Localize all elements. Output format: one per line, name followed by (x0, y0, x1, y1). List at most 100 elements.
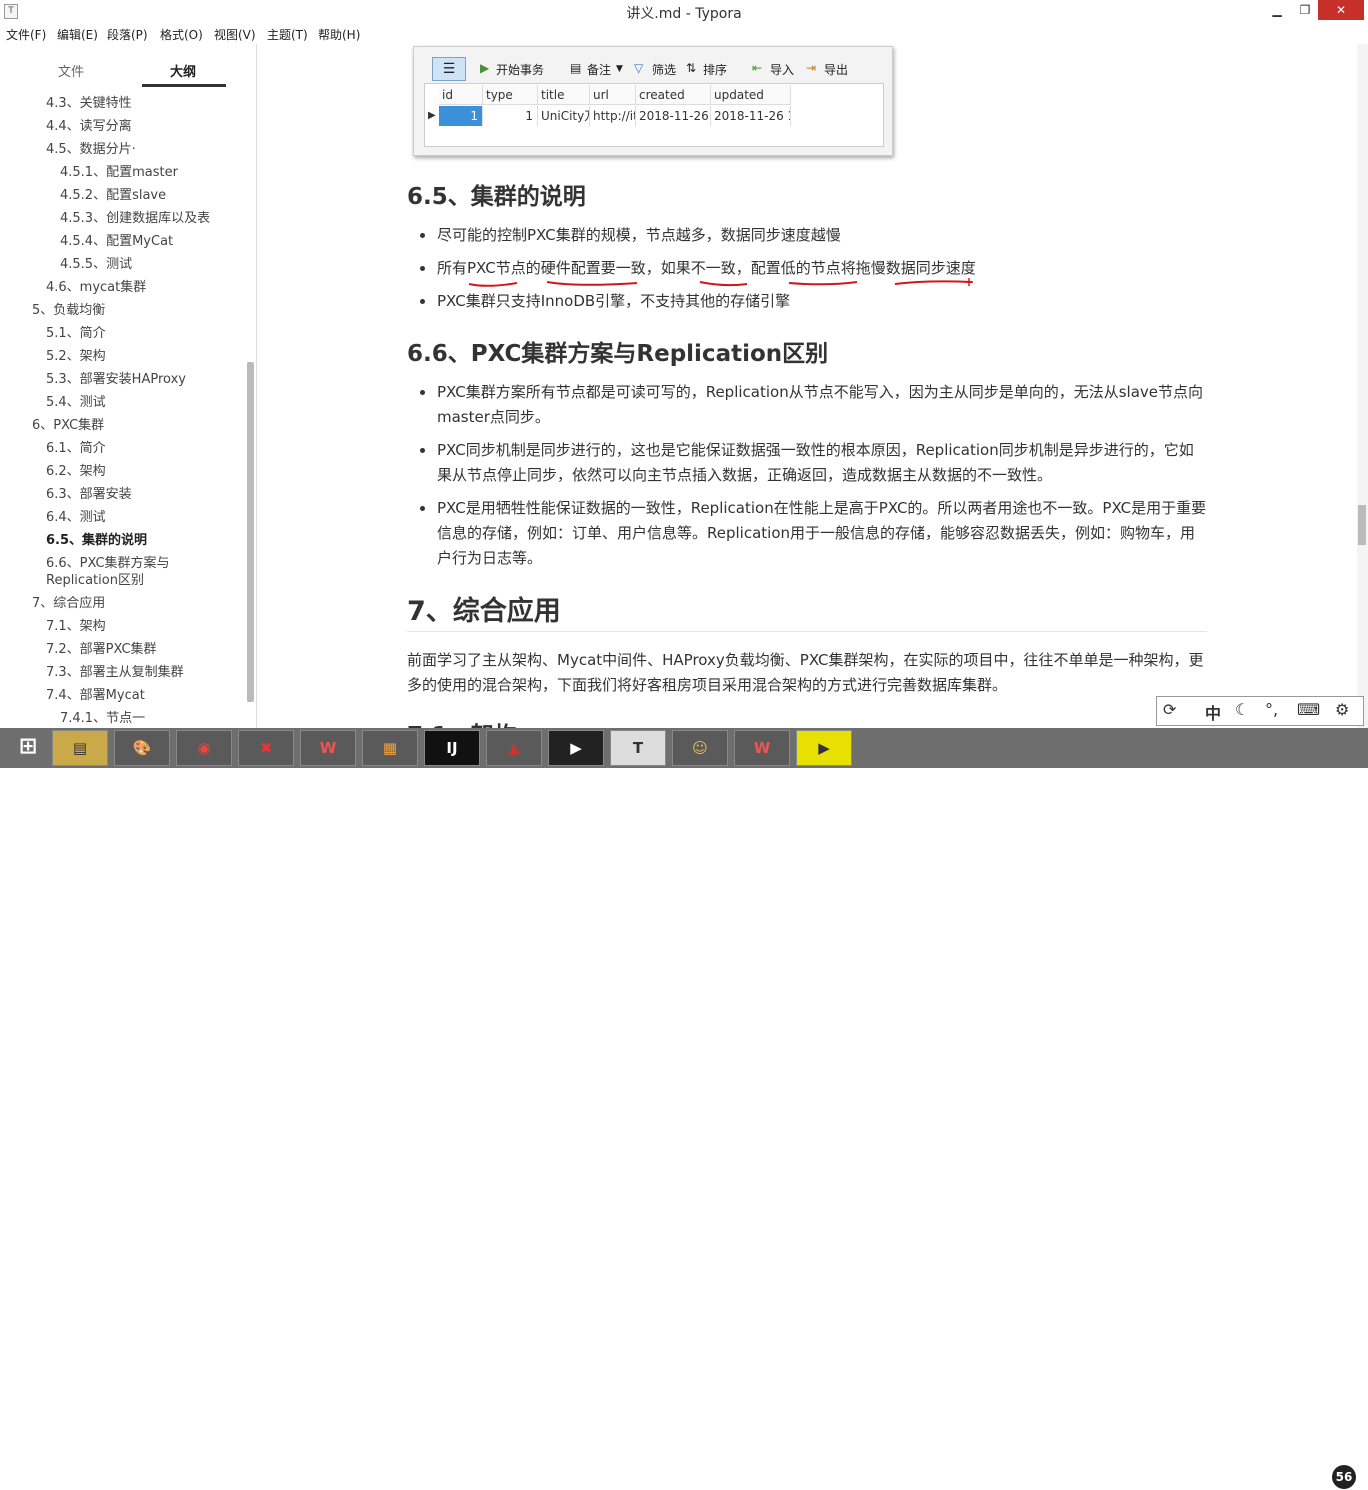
heading-6-5: 6.5、集群的说明 (407, 184, 586, 210)
outline-item[interactable]: 7.3、部署主从复制集群 (46, 661, 184, 680)
outline-item[interactable]: 6、PXC集群 (32, 414, 104, 433)
outline-item[interactable]: 4.4、读写分离 (46, 115, 132, 134)
outline-item[interactable]: 4.5.1、配置master (60, 161, 178, 180)
note-icon: ▤ (570, 61, 582, 75)
outline-item[interactable]: 4.5.2、配置slave (60, 184, 166, 203)
outline-item[interactable]: 6.4、测试 (46, 506, 106, 525)
outline-item[interactable]: 6.2、架构 (46, 460, 106, 479)
export-label: 导出 (824, 63, 849, 77)
outline-item[interactable]: 4.5、数据分片· (46, 138, 136, 157)
sidebar: 文件 大纲 4.3、关键特性 4.4、读写分离 4.5、数据分片· 4.5.1、… (0, 44, 257, 728)
outline-item-active[interactable]: 6.5、集群的说明 (46, 529, 147, 548)
ime-settings-icon[interactable]: ⚙ (1335, 700, 1349, 719)
sort-label: 排序 (703, 63, 728, 77)
outline-item[interactable]: 4.5.3、创建数据库以及表 (60, 207, 210, 226)
cell-created: 2018-11-26 (636, 106, 711, 126)
editor-scrollbar-thumb[interactable] (1358, 505, 1366, 545)
menu-format[interactable]: 格式(O) (160, 26, 203, 43)
outline-item[interactable]: 7.4、部署Mycat (46, 684, 145, 703)
menu-edit[interactable]: 编辑(E) (57, 26, 98, 43)
heading-6-6: 6.6、PXC集群方案与Replication区别 (407, 341, 829, 367)
outline-item[interactable]: 5.1、简介 (46, 322, 106, 341)
bullet-item: PXC是用牺牲性能保证数据的一致性，Replication在性能上是高于PXC的… (420, 496, 1207, 571)
outline-item[interactable]: 4.5.4、配置MyCat (60, 230, 173, 249)
col-header-url: url (590, 85, 636, 105)
editor-content[interactable]: ☰ ▶ 开始事务 ▤ 备注 ▼ ▽ 筛选 ⇅ 排序 ⇤ 导入 ⇥ 导出 id t… (257, 44, 1357, 728)
paint-icon[interactable]: 🎨 (114, 730, 170, 766)
menu-icon: ☰ (432, 57, 466, 81)
heading-7: 7、综合应用 (407, 596, 561, 627)
player-icon[interactable]: ▶ (796, 730, 852, 766)
bullet-item: PXC集群方案所有节点都是可读可写的，Replication从节点不能写入，因为… (420, 380, 1207, 430)
maximize-button[interactable]: ❐ (1290, 0, 1320, 20)
outline-item[interactable]: 7.1、架构 (46, 615, 106, 634)
outline-item[interactable]: 4.6、mycat集群 (46, 276, 146, 295)
outline-item[interactable]: 5.3、部署安装HAProxy (46, 368, 186, 387)
ime-halfwidth-icon[interactable]: ☾ (1235, 700, 1249, 719)
start-windows-icon[interactable]: ⊞ (0, 730, 56, 766)
window-title: 讲义.md - Typora (626, 6, 742, 22)
menu-paragraph[interactable]: 段落(P) (107, 26, 148, 43)
app-icon[interactable]: ☺ (672, 730, 728, 766)
ime-punctuation-icon[interactable]: °, (1265, 700, 1278, 719)
outline-item[interactable]: 4.3、关键特性 (46, 92, 132, 111)
outline-item[interactable]: 7.2、部署PXC集群 (46, 638, 157, 657)
close-button[interactable]: ✕ (1318, 0, 1364, 20)
outline-item[interactable]: 5.4、测试 (46, 391, 106, 410)
filter-icon: ▽ (634, 61, 644, 75)
menu-file[interactable]: 文件(F) (6, 26, 46, 43)
menu-theme[interactable]: 主题(T) (267, 26, 308, 43)
outline-item[interactable]: 4.5.5、测试 (60, 253, 132, 272)
bullet-item: PXC集群只支持InnoDB引擎，不支持其他的存储引擎 (420, 289, 1197, 314)
outline-item[interactable]: 7、综合应用 (32, 592, 105, 611)
database-screenshot-image: ☰ ▶ 开始事务 ▤ 备注 ▼ ▽ 筛选 ⇅ 排序 ⇤ 导入 ⇥ 导出 id t… (413, 46, 893, 156)
note-label: 备注 (587, 63, 612, 77)
chrome-icon[interactable]: ◉ (176, 730, 232, 766)
chevron-down-icon: ▼ (616, 64, 623, 74)
menu-view[interactable]: 视图(V) (214, 26, 256, 43)
clock-badge[interactable]: 56 (1332, 1465, 1356, 1489)
outline-item-cont[interactable]: Replication区别 (46, 569, 144, 588)
outline-item[interactable]: 6.3、部署安装 (46, 483, 132, 502)
db-toolbar: ☰ ▶ 开始事务 ▤ 备注 ▼ ▽ 筛选 ⇅ 排序 ⇤ 导入 ⇥ 导出 (414, 55, 892, 83)
installer-icon[interactable]: ▲ (486, 730, 542, 766)
ime-logo-icon[interactable]: ⟳ (1163, 700, 1176, 719)
row-pointer-icon: ▶ (428, 110, 436, 121)
wps-icon[interactable]: W (734, 730, 790, 766)
cell-title: UniCity万 (538, 106, 590, 126)
col-header-title: title (538, 85, 590, 105)
sort-icon: ⇅ (686, 61, 697, 75)
system-tray[interactable]: ▲ 🖧 中 (1262, 1469, 1304, 1490)
col-header-updated: updated (711, 85, 791, 105)
tab-files[interactable]: 文件 (58, 61, 84, 80)
sidebar-scrollbar[interactable] (247, 362, 254, 702)
outline-item[interactable]: 5、负载均衡 (32, 299, 105, 318)
minimize-button[interactable]: ▁ (1262, 0, 1292, 20)
title-bar: T 讲义.md - Typora ▁ ❐ ✕ (0, 0, 1368, 22)
menu-bar: 文件(F) 编辑(E) 段落(P) 格式(O) 视图(V) 主题(T) 帮助(H… (0, 22, 1368, 44)
outline-item[interactable]: 7.4.1、节点一 (60, 707, 145, 726)
import-icon: ⇤ (752, 61, 763, 75)
intellij-icon[interactable]: IJ (424, 730, 480, 766)
cell-url: http://it (590, 106, 636, 126)
menu-help[interactable]: 帮助(H) (318, 26, 360, 43)
wps-icon[interactable]: W (300, 730, 356, 766)
col-header-id: id (439, 85, 483, 105)
active-tab-indicator (142, 84, 226, 87)
editor-scrollbar[interactable] (1357, 44, 1368, 728)
tab-outline[interactable]: 大纲 (170, 61, 196, 80)
ime-chinese-mode[interactable]: 中 (1205, 700, 1221, 724)
xmind-icon[interactable]: ✖ (238, 730, 294, 766)
bullet-item: PXC同步机制是同步进行的，这也是它能保证数据强一致性的根本原因，Replica… (420, 438, 1207, 488)
bullet-item: 尽可能的控制PXC集群的规模，节点越多，数据同步速度越慢 (420, 223, 1197, 248)
import-label: 导入 (770, 63, 795, 77)
files-app-icon[interactable]: ▦ (362, 730, 418, 766)
outline-item[interactable]: 5.2、架构 (46, 345, 106, 364)
taskbar: ⊞ ▤ 🎨 ◉ ✖ W ▦ IJ ▲ ▶ T ☺ W ▶ ▲ 🖧 中 56 (0, 728, 1368, 1489)
file-explorer-icon[interactable]: ▤ (52, 730, 108, 766)
outline-item[interactable]: 6.1、简介 (46, 437, 106, 456)
ime-toolbar: ⟳ 中 ☾ °, ⌨ ⚙ (1156, 696, 1364, 726)
typora-icon[interactable]: T (610, 730, 666, 766)
ime-keyboard-icon[interactable]: ⌨ (1297, 700, 1320, 719)
terminal-icon[interactable]: ▶ (548, 730, 604, 766)
